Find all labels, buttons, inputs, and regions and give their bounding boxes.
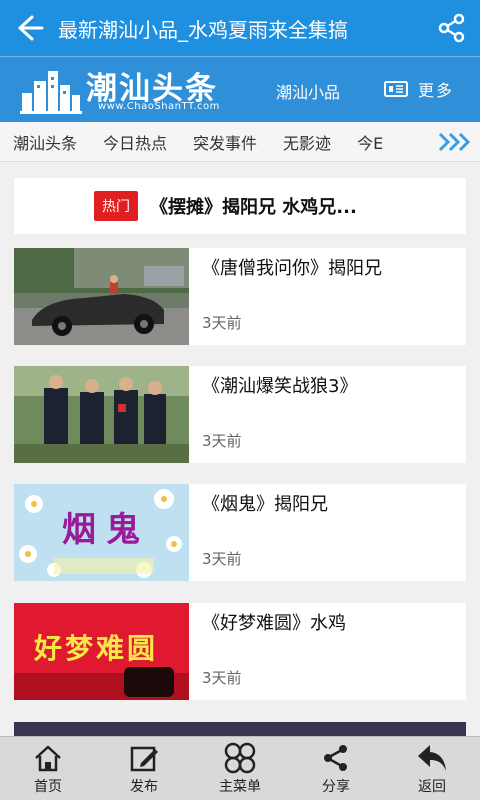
more-button[interactable]: 更多	[384, 75, 454, 103]
article-card[interactable]: 《唐僧我问你》揭阳兄 3天前	[14, 248, 466, 345]
more-label: 更多	[418, 81, 455, 100]
back-button[interactable]	[0, 0, 56, 56]
menu-grid-icon	[223, 742, 257, 774]
article-thumbnail: 好梦难圆	[14, 603, 189, 700]
nav-share-label: 分享	[322, 779, 350, 795]
share-icon	[319, 742, 353, 774]
article-title: 《唐僧我问你》揭阳兄	[202, 258, 382, 279]
article-card[interactable]: 烟鬼 《烟鬼》揭阳兄 3天前	[14, 484, 466, 581]
nav-publish[interactable]: 发布	[96, 737, 192, 800]
brand-banner: 潮汕头条 www.ChaoShanTT.com 潮汕小品 更多	[0, 56, 480, 122]
back-arrow-icon	[18, 15, 44, 41]
article-time: 3天前	[202, 550, 242, 568]
article-thumbnail: 烟鬼	[14, 484, 189, 581]
tab-partial[interactable]: 今E	[344, 130, 396, 154]
nav-return-label: 返回	[418, 779, 446, 795]
article-title: 《烟鬼》揭阳兄	[202, 494, 328, 515]
article-card[interactable]: 《潮汕爆笑战狼3》 3天前	[14, 366, 466, 463]
category-tabs: 潮汕头条 今日热点 突发事件 无影迹 今E	[0, 122, 480, 162]
channel-label: 潮汕小品	[276, 83, 341, 102]
tabs-scroll-button[interactable]	[432, 122, 480, 161]
article-title: 《潮汕爆笑战狼3》	[202, 376, 358, 397]
share-button[interactable]	[424, 0, 480, 56]
city-skyline-icon	[20, 71, 82, 114]
hot-badge: 热门	[94, 191, 138, 221]
article-time: 3天前	[202, 314, 242, 332]
home-icon	[31, 742, 65, 774]
nav-return[interactable]: 返回	[384, 737, 480, 800]
nav-home-label: 首页	[34, 779, 62, 795]
logo-url: www.ChaoShanTT.com	[98, 101, 220, 112]
nav-share[interactable]: 分享	[288, 737, 384, 800]
article-time: 3天前	[202, 669, 242, 687]
tab-today-hot[interactable]: 今日热点	[90, 130, 180, 154]
tab-wuyingji[interactable]: 无影迹	[270, 130, 344, 154]
hot-title: 《摆摊》揭阳兄 水鸡兄...	[150, 197, 357, 218]
share-icon	[438, 13, 465, 43]
page-title: 最新潮汕小品_水鸡夏雨来全集搞	[58, 17, 348, 42]
tab-headlines[interactable]: 潮汕头条	[0, 130, 90, 154]
article-card[interactable]: 好梦难圆 《好梦难圆》水鸡 3天前	[14, 603, 466, 700]
nav-publish-label: 发布	[130, 779, 158, 795]
thumbnail-caption: 烟鬼	[62, 510, 150, 550]
tab-breaking[interactable]: 突发事件	[180, 130, 270, 154]
nav-main-menu-label: 主菜单	[219, 779, 261, 795]
thumbnail-caption: 好梦难圆	[34, 632, 159, 665]
article-thumbnail	[14, 366, 189, 463]
nav-home[interactable]: 首页	[0, 737, 96, 800]
article-time: 3天前	[202, 432, 242, 450]
return-icon	[415, 742, 449, 774]
double-chevron-right-icon	[438, 132, 471, 152]
list-icon	[384, 81, 408, 97]
bottom-nav: 首页 发布 主菜单 分享 返回	[0, 736, 480, 800]
article-thumbnail	[14, 248, 189, 345]
top-bar: 最新潮汕小品_水鸡夏雨来全集搞	[0, 0, 480, 56]
nav-main-menu[interactable]: 主菜单	[192, 737, 288, 800]
article-title: 《好梦难圆》水鸡	[202, 613, 346, 634]
site-logo[interactable]: 潮汕头条 www.ChaoShanTT.com	[20, 63, 260, 117]
hot-banner[interactable]: 热门 《摆摊》揭阳兄 水鸡兄...	[14, 178, 466, 234]
edit-icon	[127, 742, 161, 774]
